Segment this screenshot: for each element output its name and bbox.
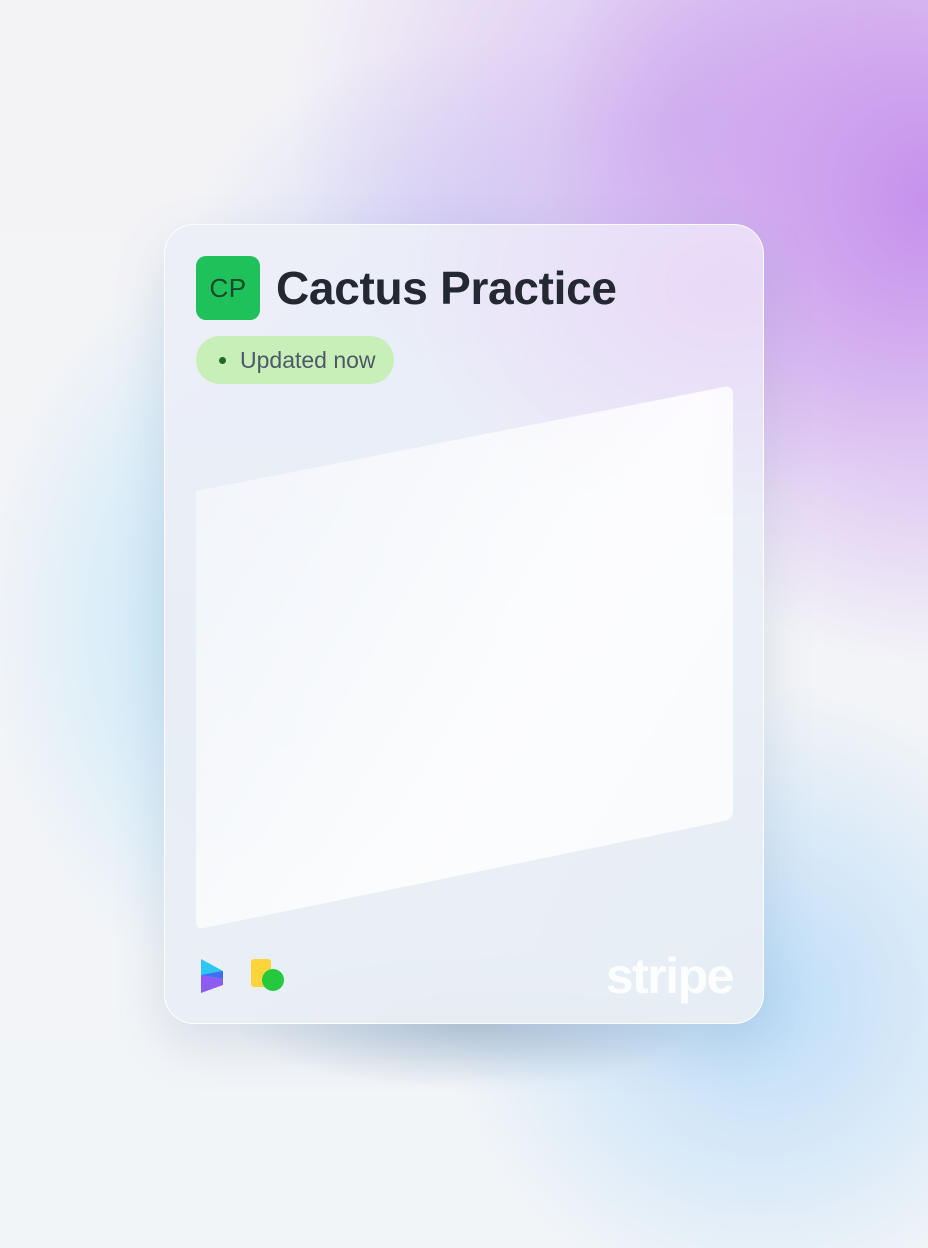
- shapes-logo-icon: [251, 959, 285, 998]
- stripe-logo: stripe: [605, 948, 735, 1004]
- status-badge: Updated now: [196, 336, 394, 384]
- streamline-logo-icon: [199, 959, 225, 998]
- footer-icons: [199, 959, 285, 998]
- preview-panel: [196, 385, 733, 930]
- status-dot-icon: [219, 356, 226, 364]
- practice-card[interactable]: CP Cactus Practice Updated now stripe: [164, 224, 764, 1024]
- status-text: Updated now: [240, 346, 376, 373]
- card-title: Cactus Practice: [276, 262, 617, 314]
- avatar: CP: [196, 256, 260, 320]
- card-header: CP Cactus Practice: [196, 256, 617, 320]
